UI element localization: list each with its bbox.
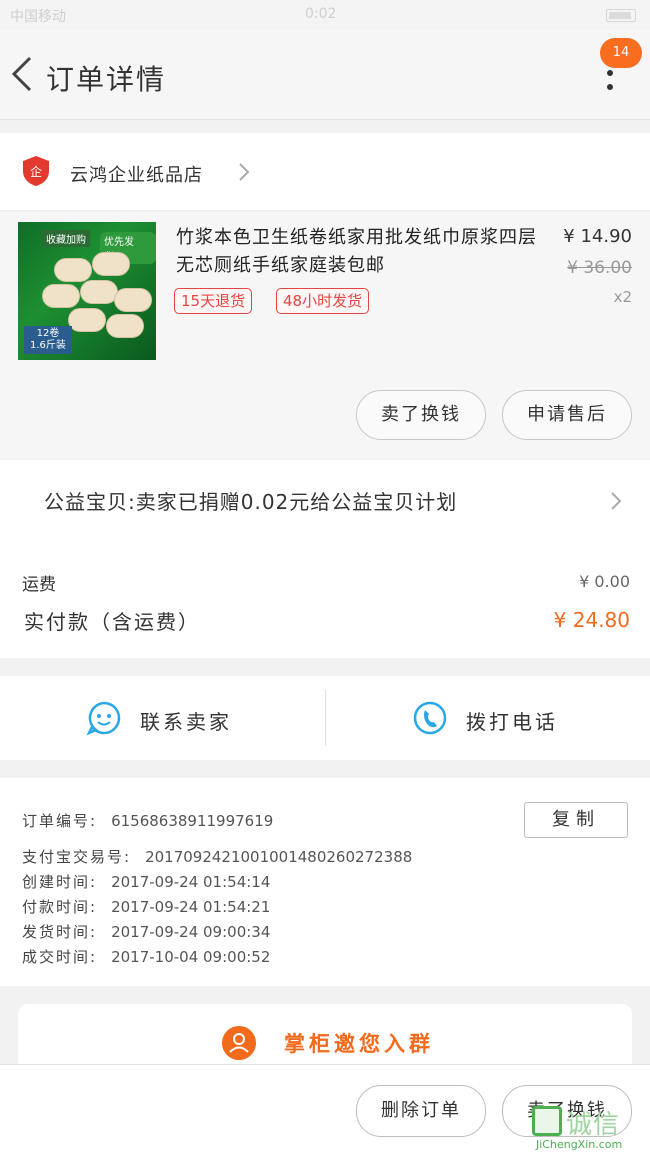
info-value: 61568638911997619 [111, 812, 274, 830]
contact-seller-label: 联系卖家 [140, 710, 232, 734]
chevron-right-icon [239, 163, 250, 181]
order-number-row: 订单编号: 61568638911997619 [22, 810, 273, 831]
roll-shape [68, 308, 106, 332]
paid-label: 实付款（含运费） [24, 610, 200, 634]
product-card: 收藏加购 优先发货！ 12卷1.6斤装 竹浆本色卫生纸卷纸家用批发纸巾原浆四层无… [0, 212, 650, 458]
top-nav-bar: 订单详情 14 [0, 30, 650, 120]
call-label: 拨打电话 [466, 710, 558, 734]
product-original-price: ¥ 36.00 [567, 258, 632, 278]
paid-value: ¥ 24.80 [553, 608, 630, 632]
svg-text:企: 企 [30, 164, 42, 179]
roll-shape [106, 314, 144, 338]
info-key: 发货时间: [22, 923, 98, 941]
shop-row[interactable]: 企 云鸿企业纸品店 [0, 133, 650, 211]
info-key: 付款时间: [22, 898, 98, 916]
shop-name: 云鸿企业纸品店 [70, 165, 203, 186]
deal-time-row: 成交时间: 2017-10-04 09:00:52 [22, 946, 270, 967]
order-info: 订单编号: 61568638911997619 复制 支付宝交易号: 2017092… [0, 778, 650, 986]
product-quantity: x2 [613, 288, 632, 306]
paid-time-row: 付款时间: 2017-09-24 01:54:21 [22, 896, 270, 917]
resell-button[interactable]: 卖了换钱 [356, 390, 486, 440]
dot-icon [607, 84, 613, 90]
charity-text: 公益宝贝:卖家已捐赠0.02元给公益宝贝计划 [44, 490, 458, 514]
shipping-time-tag: 48小时发货 [276, 288, 370, 314]
copy-button[interactable]: 复制 [524, 802, 628, 838]
chevron-left-icon [11, 56, 32, 92]
info-value: 2017092421001001480260272388 [145, 848, 413, 866]
created-time-row: 创建时间: 2017-09-24 01:54:14 [22, 871, 270, 892]
product-title[interactable]: 竹浆本色卫生纸卷纸家用批发纸巾原浆四层无芯厕纸手纸家庭装包邮 [176, 224, 546, 280]
battery-icon [606, 9, 636, 22]
roll-shape [80, 280, 118, 304]
watermark-logo-icon [532, 1106, 562, 1136]
join-group-label: 掌柜邀您入群 [284, 1032, 434, 1056]
back-button[interactable] [6, 52, 40, 96]
shipping-value: ¥ 0.00 [579, 572, 630, 591]
alipay-trade-row: 支付宝交易号: 2017092421001001480260272388 [22, 846, 412, 867]
info-value: 2017-10-04 09:00:52 [111, 948, 271, 966]
amount-summary: 运费 ¥ 0.00 实付款（含运费） ¥ 24.80 [0, 540, 650, 658]
shop-badge-icon: 企 [23, 156, 49, 186]
image-tag: 收藏加购 [42, 230, 90, 247]
info-key: 成交时间: [22, 948, 98, 966]
more-menu-button[interactable] [604, 70, 616, 98]
pack-label: 12卷 1.6斤装 [24, 326, 72, 354]
info-key: 订单编号: [22, 812, 98, 830]
dot-icon [607, 70, 613, 76]
watermark: 诚信 JiChengXin.com [532, 1104, 648, 1152]
delete-order-button[interactable]: 删除订单 [356, 1085, 486, 1137]
status-bar: 中国移动 0:02 [0, 0, 650, 30]
info-value: 2017-09-24 09:00:34 [111, 923, 271, 941]
chat-icon [86, 701, 121, 736]
roll-shape [114, 288, 152, 312]
call-button[interactable]: 拨打电话 [326, 676, 650, 760]
page-title: 订单详情 [46, 63, 167, 96]
info-key: 支付宝交易号: [22, 848, 132, 866]
roll-shape [42, 284, 80, 308]
phone-icon [413, 701, 447, 735]
shipped-time-row: 发货时间: 2017-09-24 09:00:34 [22, 921, 270, 942]
info-key: 创建时间: [22, 873, 98, 891]
message-count-badge[interactable]: 14 [600, 38, 642, 68]
clock: 0:02 [305, 6, 337, 22]
contact-seller-button[interactable]: 联系卖家 [0, 676, 325, 760]
roll-shape [92, 252, 130, 276]
product-image[interactable]: 收藏加购 优先发货！ 12卷1.6斤装 [18, 222, 156, 360]
group-icon [222, 1026, 256, 1060]
watermark-text: 诚信 [566, 1110, 621, 1140]
roll-shape [54, 258, 92, 282]
chevron-right-icon [611, 492, 622, 510]
watermark-url: JiChengXin.com [536, 1138, 623, 1151]
product-price: ¥ 14.90 [563, 226, 632, 247]
info-value: 2017-09-24 01:54:21 [111, 898, 271, 916]
info-value: 2017-09-24 01:54:14 [111, 873, 271, 891]
charity-row[interactable]: 公益宝贝:卖家已捐赠0.02元给公益宝贝计划 [0, 460, 650, 540]
carrier-label: 中国移动 [10, 9, 66, 25]
shipping-label: 运费 [22, 575, 56, 595]
return-policy-tag: 15天退货 [174, 288, 253, 314]
contact-bar: 联系卖家 拨打电话 [0, 676, 650, 760]
after-sale-button[interactable]: 申请售后 [502, 390, 632, 440]
